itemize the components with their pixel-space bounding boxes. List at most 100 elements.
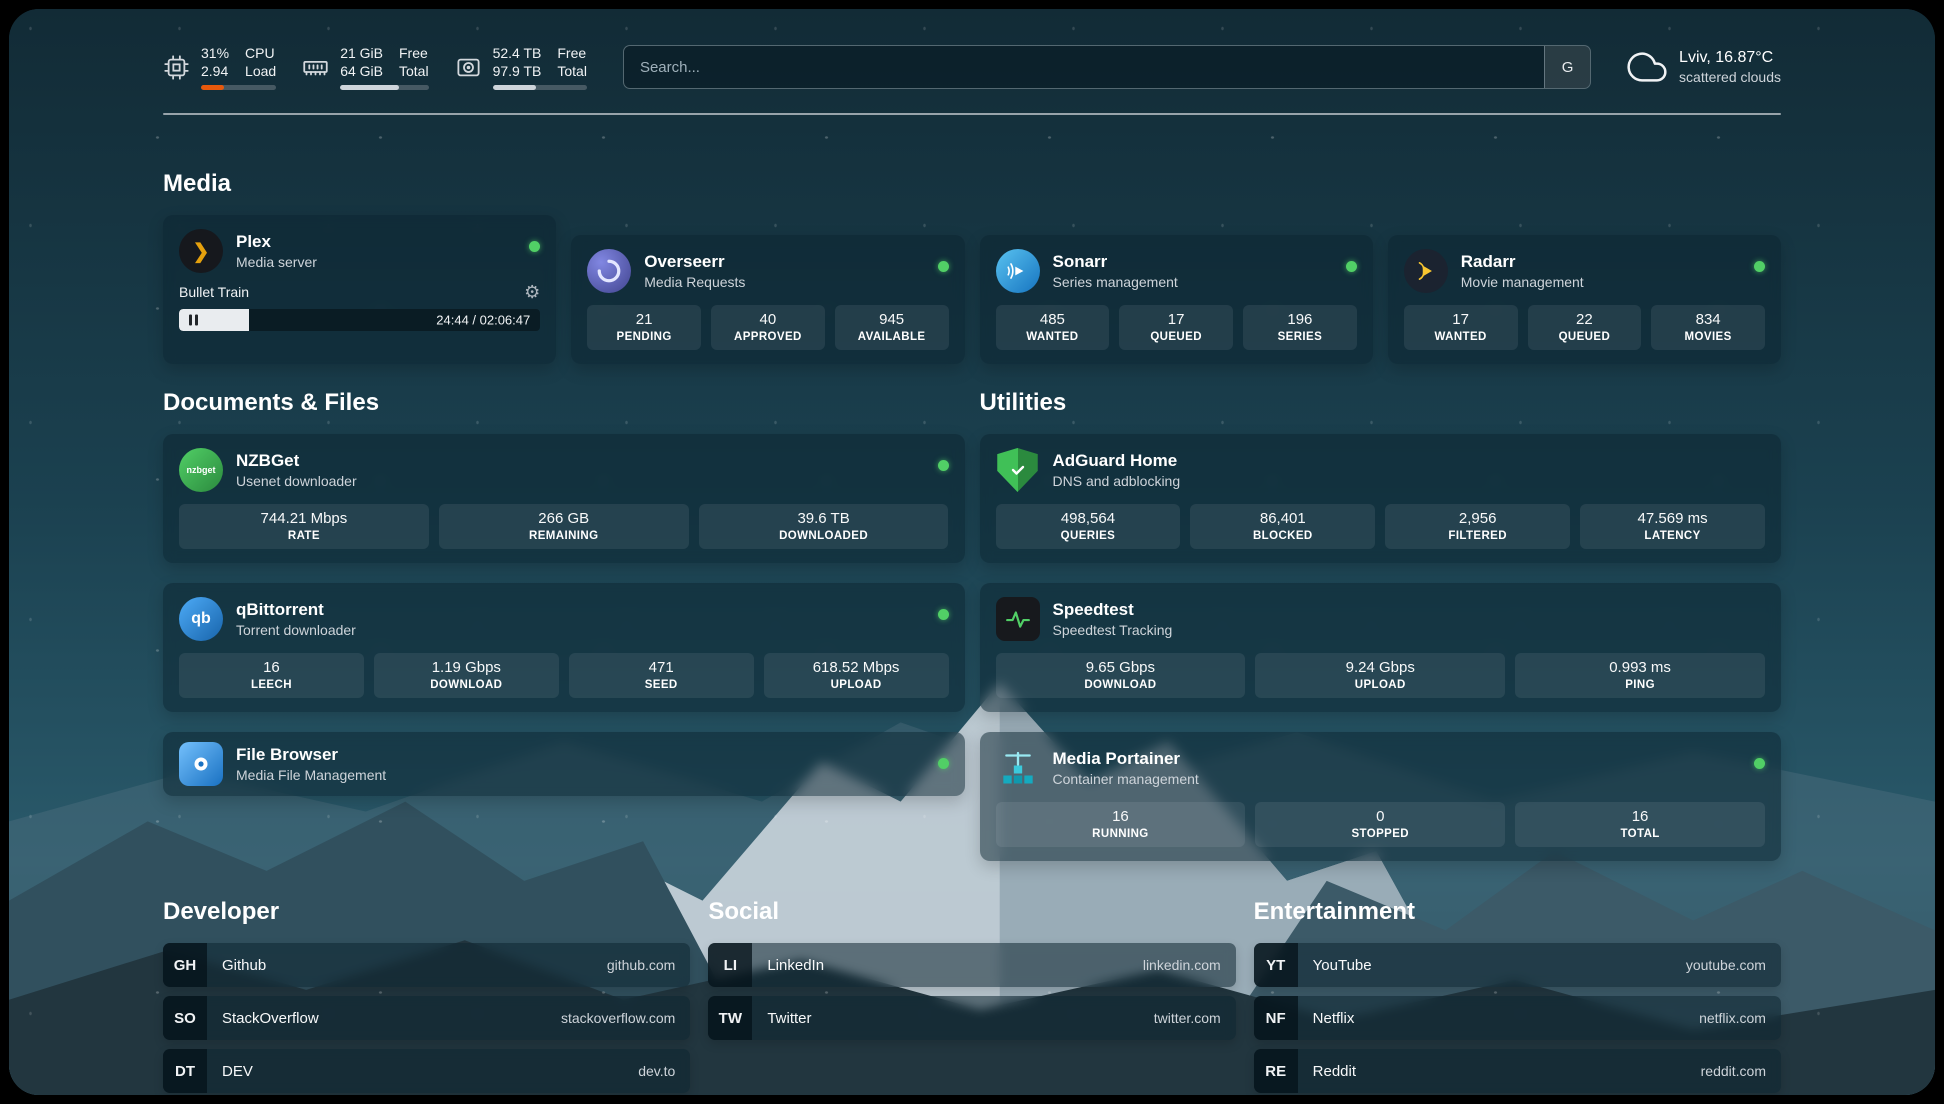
bookmark-url: youtube.com: [1686, 957, 1766, 973]
stat-filtered: 2,956 FILTERED: [1385, 504, 1570, 549]
app-name: Media Portainer: [1053, 748, 1199, 769]
bookmark-row-youtube[interactable]: YT YouTube youtube.com: [1254, 943, 1781, 987]
app-subtitle: Movie management: [1461, 274, 1584, 291]
stat-ping: 0.993 ms PING: [1515, 653, 1765, 698]
stat-queries: 498,564 QUERIES: [996, 504, 1181, 549]
playback-progress-bar[interactable]: 24:44 / 02:06:47: [179, 309, 540, 331]
bookmark-name: Reddit: [1313, 1063, 1356, 1080]
app-card-qbittorrent[interactable]: qb qBittorrent Torrent downloader 16 LEE…: [163, 583, 965, 712]
app-card-sonarr[interactable]: Sonarr Series management 485 WANTED 17 Q…: [980, 235, 1373, 364]
stat-series: 196 SERIES: [1243, 305, 1357, 350]
cpu-progress-bar: [201, 85, 276, 90]
cpu-load-label: Load: [245, 62, 276, 80]
section-title-media: Media: [163, 169, 1781, 199]
stackoverflow-badge: SO: [163, 996, 207, 1040]
section-title-documents: Documents & Files: [163, 388, 965, 418]
section-documents: Documents & Files nzbget NZBGet Usenet d…: [163, 388, 965, 796]
app-subtitle: Media Requests: [644, 274, 745, 291]
app-card-nzbget[interactable]: nzbget NZBGet Usenet downloader 744.21 M…: [163, 434, 965, 563]
stat-rate: 744.21 Mbps RATE: [179, 504, 429, 549]
section-title-developer: Developer: [163, 897, 690, 927]
stat-queued: 17 QUEUED: [1119, 305, 1233, 350]
status-dot: [938, 609, 949, 620]
youtube-badge: YT: [1254, 943, 1298, 987]
app-subtitle: Media server: [236, 254, 317, 271]
topbar-divider: [163, 113, 1781, 115]
now-playing-title: Bullet Train: [179, 284, 249, 300]
search-engine-button[interactable]: G: [1544, 46, 1590, 88]
dashboard-screen: 31% 2.94 CPU Load: [9, 9, 1935, 1095]
app-card-radarr[interactable]: Radarr Movie management 17 WANTED 22 QUE…: [1388, 235, 1781, 364]
stat-remaining: 266 GB REMAINING: [439, 504, 689, 549]
sonarr-icon: [996, 249, 1040, 293]
app-name: Speedtest: [1053, 599, 1173, 620]
stat-movies: 834 MOVIES: [1651, 305, 1765, 350]
stat-pending: 21 PENDING: [587, 305, 701, 350]
weather-widget[interactable]: Lviv, 16.87°C scattered clouds: [1627, 47, 1781, 87]
stat-approved: 40 APPROVED: [711, 305, 825, 350]
bookmark-row-github[interactable]: GH Github github.com: [163, 943, 690, 987]
stat-available: 945 AVAILABLE: [835, 305, 949, 350]
ram-free-label: Free: [399, 44, 429, 62]
app-subtitle: Container management: [1053, 771, 1199, 788]
bookmark-name: DEV: [222, 1063, 253, 1080]
weather-location: Lviv, 16.87°C: [1679, 49, 1781, 67]
linkedin-badge: LI: [708, 943, 752, 987]
plex-icon: ❯: [179, 229, 223, 273]
app-name: Plex: [236, 231, 317, 252]
bookmark-row-dev[interactable]: DT DEV dev.to: [163, 1049, 690, 1093]
gear-icon[interactable]: ⚙: [524, 283, 540, 301]
app-card-speedtest[interactable]: Speedtest Speedtest Tracking 9.65 Gbps D…: [980, 583, 1782, 712]
bookmark-row-reddit[interactable]: RE Reddit reddit.com: [1254, 1049, 1781, 1093]
app-card-plex[interactable]: ❯ Plex Media server Bullet Train ⚙: [163, 215, 556, 364]
pause-icon[interactable]: [187, 315, 199, 326]
qbittorrent-icon: qb: [179, 597, 223, 641]
disk-monitor: 52.4 TB 97.9 TB Free Total: [455, 44, 587, 90]
bookmark-name: LinkedIn: [767, 957, 824, 974]
stat-seed: 471 SEED: [569, 653, 754, 698]
bookmark-url: dev.to: [638, 1063, 675, 1079]
bookmark-row-stackoverflow[interactable]: SO StackOverflow stackoverflow.com: [163, 996, 690, 1040]
filebrowser-icon: [179, 742, 223, 786]
app-card-adguard[interactable]: AdGuard Home DNS and adblocking 498,564 …: [980, 434, 1782, 563]
portainer-icon: [996, 746, 1040, 790]
app-name: File Browser: [236, 744, 386, 765]
stat-wanted: 485 WANTED: [996, 305, 1110, 350]
bookmark-row-netflix[interactable]: NF Netflix netflix.com: [1254, 996, 1781, 1040]
bookmark-row-twitter[interactable]: TW Twitter twitter.com: [708, 996, 1235, 1040]
adguard-icon: [996, 448, 1040, 492]
disk-free-label: Free: [557, 44, 587, 62]
section-media: Media ❯ Plex Media server: [163, 169, 1781, 364]
status-dot: [1754, 261, 1765, 272]
section-title-utilities: Utilities: [980, 388, 1782, 418]
bookmark-name: StackOverflow: [222, 1010, 319, 1027]
search-bar: G: [623, 45, 1591, 89]
ram-monitor: 21 GiB 64 GiB Free Total: [302, 44, 428, 90]
bookmark-url: reddit.com: [1701, 1063, 1766, 1079]
bookmark-name: Github: [222, 957, 266, 974]
app-name: NZBGet: [236, 450, 357, 471]
stat-blocked: 86,401 BLOCKED: [1190, 504, 1375, 549]
cpu-monitor: 31% 2.94 CPU Load: [163, 44, 276, 90]
disk-free-value: 52.4 TB: [493, 44, 542, 62]
app-card-overseerr[interactable]: Overseerr Media Requests 21 PENDING 40 A…: [571, 235, 964, 364]
bookmark-name: Twitter: [767, 1010, 811, 1027]
section-title-entertainment: Entertainment: [1254, 897, 1781, 927]
app-name: AdGuard Home: [1053, 450, 1181, 471]
section-title-social: Social: [708, 897, 1235, 927]
status-dot: [938, 758, 949, 769]
app-subtitle: Speedtest Tracking: [1053, 622, 1173, 639]
search-input[interactable]: [624, 59, 1544, 76]
app-card-portainer[interactable]: Media Portainer Container management 16 …: [980, 732, 1782, 861]
app-card-filebrowser[interactable]: File Browser Media File Management: [163, 732, 965, 796]
disk-total-label: Total: [557, 62, 587, 80]
github-badge: GH: [163, 943, 207, 987]
bookmark-row-linkedin[interactable]: LI LinkedIn linkedin.com: [708, 943, 1235, 987]
ram-total-value: 64 GiB: [340, 62, 383, 80]
nzbget-glyph: nzbget: [187, 465, 216, 475]
section-entertainment: Entertainment YT YouTube youtube.com NF …: [1254, 897, 1781, 1095]
app-name: Sonarr: [1053, 251, 1178, 272]
nzbget-icon: nzbget: [179, 448, 223, 492]
top-bar: 31% 2.94 CPU Load: [163, 39, 1781, 95]
app-subtitle: Torrent downloader: [236, 622, 356, 639]
